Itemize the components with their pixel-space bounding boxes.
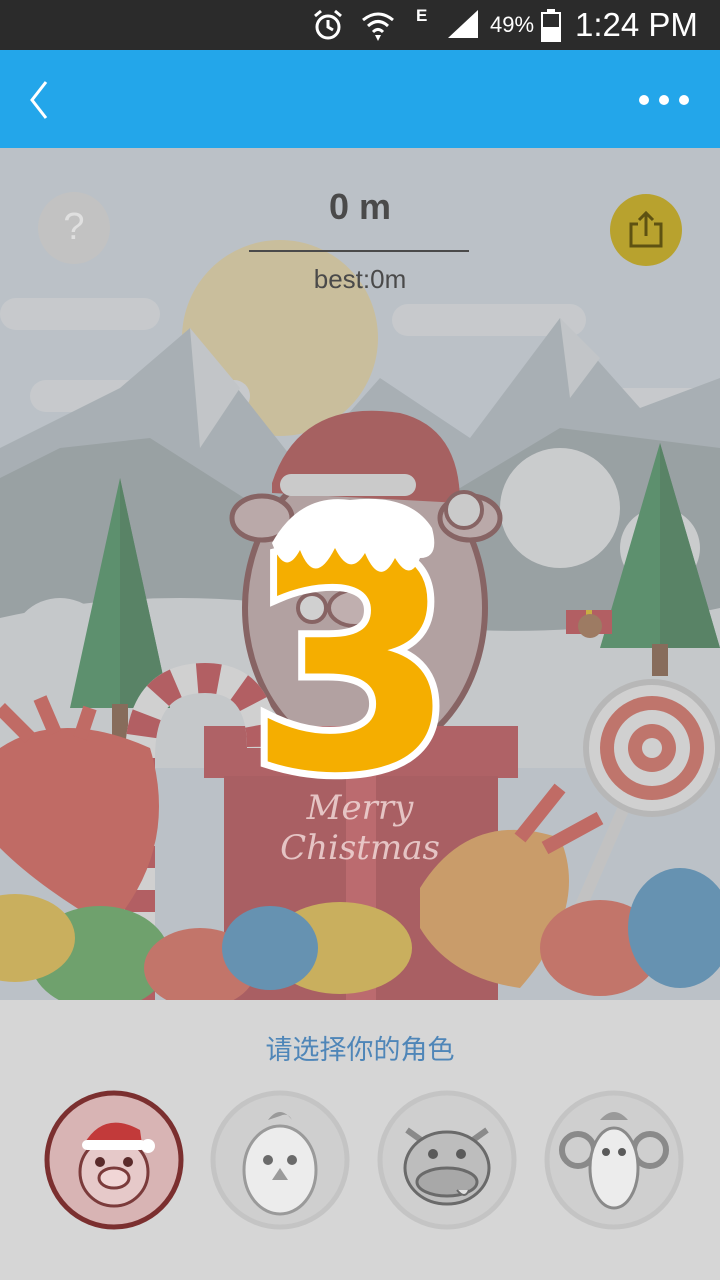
clock: 1:24 PM: [575, 6, 698, 43]
character-sheep[interactable]: [544, 1090, 684, 1230]
back-button[interactable]: [20, 78, 60, 122]
wifi-icon: [362, 12, 394, 41]
battery-icon: [541, 9, 561, 42]
more-button[interactable]: [632, 86, 696, 114]
character-pig[interactable]: [44, 1090, 184, 1230]
cow-icon: [377, 1090, 517, 1230]
chicken-icon: [210, 1090, 350, 1230]
chevron-left-icon: [30, 81, 48, 119]
countdown: 3: [241, 483, 464, 846]
pig-icon: [44, 1090, 184, 1230]
character-picker: 请选择你的角色: [0, 1000, 720, 1280]
status-bar: E 49% 1:24 PM: [0, 0, 720, 50]
network-type: E: [416, 6, 428, 25]
sheep-icon: [544, 1090, 684, 1230]
battery-percent: 49%: [490, 12, 535, 37]
character-chicken[interactable]: [210, 1090, 350, 1230]
picker-title: 请选择你的角色: [265, 1035, 455, 1066]
character-cow[interactable]: [377, 1090, 517, 1230]
alarm-icon: [314, 9, 342, 40]
signal-icon: [448, 10, 478, 38]
game-area[interactable]: Merry Chistmas ? 0 m best:0m 3: [0, 148, 720, 1000]
app-bar: [0, 50, 720, 148]
more-dots-icon: [639, 95, 689, 105]
